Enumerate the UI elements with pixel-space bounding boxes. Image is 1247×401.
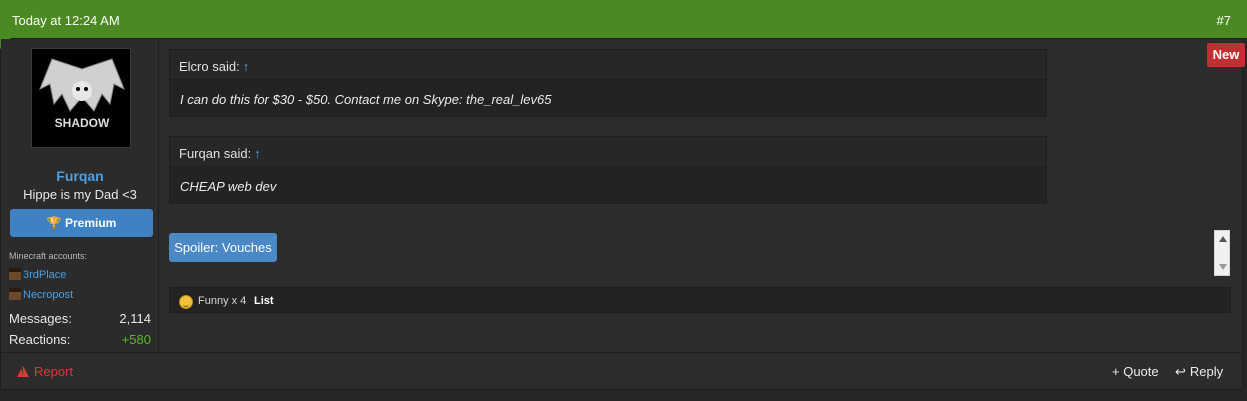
post-timestamp[interactable]: Today at 12:24 AM [12,13,120,28]
quote-block: Furqan said: ↑ CHEAP web dev [169,136,1047,204]
quote-author: Elcro said: [179,59,240,74]
quote-text: CHEAP web dev [180,179,277,194]
stat-label-messages: Messages: [9,311,72,326]
post-container: Today at 12:24 AM #7 SHADOW Furqan Hippe… [0,0,1247,401]
warning-icon [17,366,29,377]
reaction-list-link[interactable]: List [254,295,274,307]
premium-label: Premium [64,216,117,230]
quote-text: I can do this for $30 - $50. Contact me … [180,92,552,107]
quote-header: Elcro said: ↑ [170,50,1046,80]
spoiler-button[interactable]: Spoiler: Vouches [169,233,277,262]
reply-label: Reply [1189,364,1224,379]
new-badge: New [1207,43,1245,67]
quote-author: Furqan said: [179,146,252,161]
user-sidebar: SHADOW Furqan Hippe is my Dad <3 🏆 Premi… [1,39,159,352]
account-name: Necropost [23,289,74,301]
minecraft-account-link[interactable]: 3rdPlace [9,268,66,281]
avatar-text: SHADOW [55,116,110,130]
stat-value-reactions: +580 [121,332,151,347]
report-label: Report [34,364,74,379]
quote-block: Elcro said: ↑ I can do this for $30 - $50… [169,49,1047,117]
footer-divider [1,352,1242,353]
player-head-icon [9,268,21,280]
user-title: Hippe is my Dad <3 [23,187,137,202]
minecraft-accounts-label: Minecraft accounts: [9,251,88,261]
trophy-icon: 🏆 [46,216,62,230]
scroll-up-icon[interactable] [1219,236,1227,242]
player-head-icon [9,288,21,300]
laughing-emoji-icon [179,295,193,309]
jump-to-quote-icon[interactable]: ↑ [243,59,250,74]
avatar-image: SHADOW [39,58,125,130]
reactions-bar: Funny x 4 List [169,287,1231,313]
post-header: Today at 12:24 AM #7 [0,0,1247,38]
stat-value-messages: 2,114 [119,311,151,326]
quote-header: Furqan said: ↑ [170,137,1046,167]
scroll-down-icon[interactable] [1219,264,1227,270]
reply-arrow-icon: ↩ [1175,364,1186,379]
stat-label-reactions: Reactions: [9,332,71,347]
quote-button[interactable]: + Quote [1112,364,1159,379]
premium-badge[interactable]: 🏆 Premium [10,209,153,237]
reaction-summary[interactable]: Funny x 4 [198,295,246,307]
avatar[interactable]: SHADOW [31,48,131,148]
jump-to-quote-icon[interactable]: ↑ [254,146,261,161]
reply-button[interactable]: ↩ Reply [1175,364,1223,380]
post-number[interactable]: #7 [1217,13,1231,28]
minecraft-account-link[interactable]: Necropost [9,288,73,301]
account-name: 3rdPlace [23,269,67,281]
scrollbar[interactable] [1214,230,1230,276]
report-link[interactable]: Report [17,364,73,379]
username[interactable]: Furqan [1,168,159,184]
